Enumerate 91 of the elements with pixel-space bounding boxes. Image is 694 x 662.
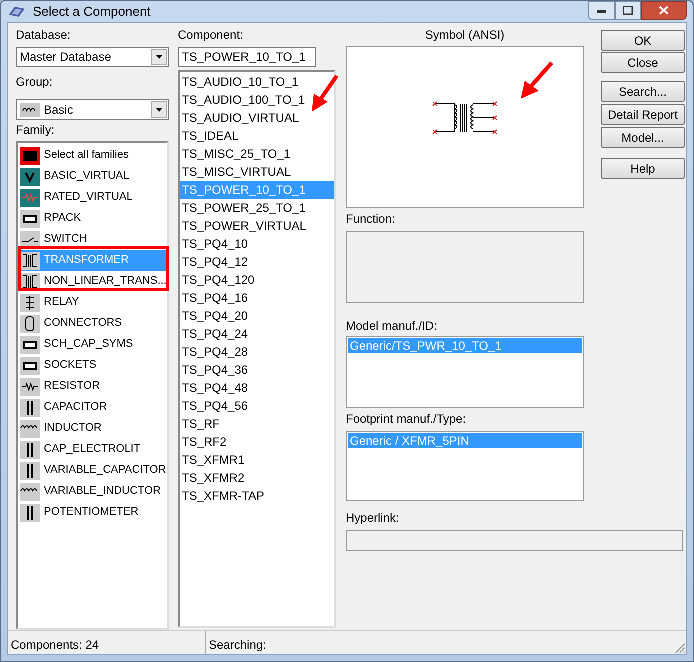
close-button[interactable] (641, 1, 687, 20)
component-item[interactable]: TS_AUDIO_VIRTUAL (180, 109, 334, 127)
family-item[interactable]: RATED_VIRTUAL (20, 187, 167, 208)
component-item[interactable]: TS_PQ4_56 (180, 397, 334, 415)
chip-icon (20, 210, 40, 228)
app-logo-icon (7, 4, 27, 18)
component-field[interactable]: TS_POWER_10_TO_1 (178, 47, 316, 67)
family-item[interactable]: RESISTOR (20, 376, 167, 397)
annotation-arrow (310, 74, 340, 114)
chip-icon (20, 356, 40, 374)
transformer-symbol-drawing (432, 101, 498, 135)
capacitor-icon (20, 398, 40, 416)
resize-grip-icon[interactable] (674, 642, 686, 654)
component-item[interactable]: TS_PQ4_24 (180, 325, 334, 343)
window-title: Select a Component (33, 2, 151, 21)
dialog-button[interactable]: Search... (601, 81, 685, 102)
component-item[interactable]: TS_PQ4_10 (180, 235, 334, 253)
dialog-button[interactable]: Detail Report (601, 104, 685, 125)
resistor-icon (20, 188, 40, 206)
dialog-button[interactable]: Model... (601, 127, 685, 148)
chip-icon (20, 336, 40, 354)
dropdown-arrow-icon (156, 55, 162, 59)
component-item[interactable]: TS_PQ4_16 (180, 289, 334, 307)
component-item[interactable]: TS_PQ4_28 (180, 343, 334, 361)
status-text: Components: 24 (8, 631, 206, 654)
section-label: Hyperlink: (346, 510, 400, 527)
family-item[interactable]: RPACK (20, 208, 167, 229)
field-label: Family: (16, 122, 56, 139)
waveform-icon (20, 102, 40, 116)
component-item[interactable]: TS_PQ4_12 (180, 253, 334, 271)
dialog-button[interactable]: Help (601, 158, 685, 179)
dropdown-arrow-icon (156, 108, 162, 112)
component-item[interactable]: TS_RF (180, 415, 334, 433)
component-item[interactable]: TS_POWER_25_TO_1 (180, 199, 334, 217)
transformer-icon (20, 252, 40, 270)
section-label: Function: (346, 211, 396, 228)
group-dropdown[interactable]: Basic (16, 99, 169, 120)
maximize-icon (623, 6, 633, 15)
component-item[interactable]: TS_XFMR2 (180, 469, 334, 487)
family-item[interactable]: VARIABLE_CAPACITOR (20, 460, 167, 481)
field-label: Component: (178, 27, 244, 44)
inductor-icon (20, 420, 40, 438)
family-item[interactable]: VARIABLE_INDUCTOR (20, 481, 167, 502)
minimize-button[interactable] (588, 1, 615, 20)
component-item[interactable]: TS_AUDIO_100_TO_1 (180, 91, 334, 109)
family-item[interactable]: CAP_ELECTROLIT (20, 439, 167, 460)
component-item[interactable]: TS_MISC_25_TO_1 (180, 145, 334, 163)
family-item[interactable]: SOCKETS (20, 355, 167, 376)
family-item[interactable]: CAPACITOR (20, 397, 167, 418)
annotation-arrow (519, 61, 555, 101)
capacitor-icon (20, 504, 40, 522)
component-item[interactable]: TS_PQ4_20 (180, 307, 334, 325)
family-item[interactable]: INDUCTOR (20, 418, 167, 439)
family-item[interactable]: RELAY (20, 292, 167, 313)
resistor-icon (20, 378, 40, 396)
maximize-button[interactable] (615, 1, 641, 20)
section-label: Model manuf./ID: (346, 318, 438, 335)
family-item[interactable]: BASIC_VIRTUAL (20, 166, 167, 187)
v-symbol-icon (20, 168, 40, 186)
inductor-icon (20, 482, 40, 500)
family-item[interactable]: NON_LINEAR_TRANS... (20, 271, 167, 292)
component-item[interactable]: TS_MISC_VIRTUAL (180, 163, 334, 181)
family-item[interactable]: Select all families (20, 145, 167, 166)
component-item[interactable]: TS_XFMR-TAP (180, 487, 334, 505)
dialog-button[interactable]: OK (601, 30, 685, 51)
capacitor-icon (20, 462, 40, 480)
family-item[interactable]: CONNECTORS (20, 313, 167, 334)
section-label: Footprint manuf./Type: (346, 411, 468, 428)
component-item[interactable]: TS_POWER_VIRTUAL (180, 217, 334, 235)
family-item[interactable]: SCH_CAP_SYMS (20, 334, 167, 355)
component-item[interactable]: TS_AUDIO_10_TO_1 (180, 73, 334, 91)
connector-icon (20, 314, 40, 332)
component-item[interactable]: TS_XFMR1 (180, 451, 334, 469)
database-dropdown[interactable]: Master Database (16, 47, 169, 67)
status-text: Searching: (208, 637, 268, 654)
capacitor-icon (20, 440, 40, 458)
hyperlink-field[interactable] (346, 530, 683, 551)
component-item[interactable]: TS_IDEAL (180, 127, 334, 145)
component-item[interactable]: TS_PQ4_48 (180, 379, 334, 397)
section-label: Symbol (ANSI) (424, 27, 506, 44)
component-item[interactable]: TS_PQ4_36 (180, 361, 334, 379)
field-label: Group: (16, 74, 54, 91)
family-item[interactable]: SWITCH (20, 229, 167, 250)
field-label: Database: (16, 27, 72, 44)
minimize-icon (596, 8, 606, 12)
dialog-button[interactable]: Close (601, 52, 685, 73)
close-icon (659, 6, 669, 15)
relay-icon (20, 294, 40, 312)
component-item[interactable]: TS_PQ4_120 (180, 271, 334, 289)
family-item[interactable]: POTENTIOMETER (20, 502, 167, 523)
component-item[interactable]: TS_RF2 (180, 433, 334, 451)
